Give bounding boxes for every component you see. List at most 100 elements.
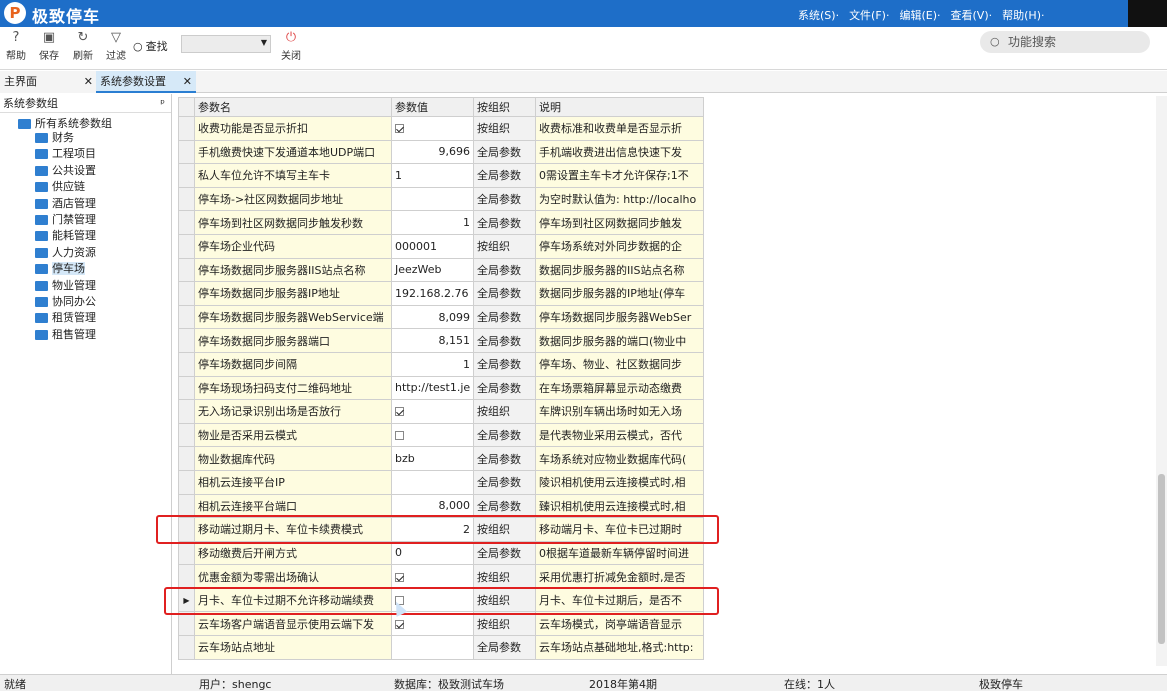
col-header-description[interactable]: 说明 [535, 97, 704, 117]
row-indicator[interactable] [178, 210, 195, 235]
param-scope-cell[interactable]: 全局参数 [473, 281, 536, 306]
row-indicator[interactable] [178, 611, 195, 637]
param-name-cell[interactable]: 停车场数据同步服务器IIS站点名称 [194, 257, 392, 283]
table-row[interactable]: 停车场数据同步服务器端口 8,151 全局参数 数据同步服务器的端口(物业中 [178, 328, 704, 353]
function-search-input[interactable]: ○ 功能搜索 [980, 31, 1150, 53]
param-name-cell[interactable]: 停车场数据同步服务器WebService端 [194, 304, 392, 330]
checkbox[interactable] [395, 619, 404, 629]
tree-item[interactable]: 租售管理 [35, 327, 96, 343]
tree-item[interactable]: 门禁管理 [35, 212, 96, 228]
param-description-cell[interactable]: 在车场票箱屏幕显示动态缴费 [535, 375, 704, 401]
param-description-cell[interactable]: 陵识相机使用云连接模式时,相 [535, 469, 704, 495]
search-combo[interactable]: ▼ [181, 35, 271, 53]
param-scope-cell[interactable]: 全局参数 [473, 257, 536, 283]
param-value-cell[interactable] [391, 469, 474, 495]
row-indicator[interactable] [178, 399, 195, 424]
param-description-cell[interactable]: 数据同步服务器的IP地址(停车 [535, 281, 704, 306]
param-scope-cell[interactable]: 全局参数 [473, 186, 536, 212]
param-description-cell[interactable]: 0根据车道最新车辆停留时间进 [535, 540, 704, 566]
param-value-cell[interactable]: 000001 [391, 233, 474, 259]
param-scope-cell[interactable]: 全局参数 [473, 210, 536, 235]
table-row[interactable]: 物业数据库代码 bzb 全局参数 车场系统对应物业数据库代码( [178, 446, 704, 471]
window-controls[interactable] [1128, 0, 1167, 27]
row-indicator[interactable] [178, 564, 195, 589]
row-indicator[interactable] [178, 469, 195, 495]
menu-help[interactable]: 帮助(H)· [1002, 7, 1044, 23]
table-row[interactable]: 私人车位允许不填写主车卡 1 全局参数 0需设置主车卡才允许保存;1不 [178, 163, 704, 188]
menu-edit[interactable]: 编辑(E)· [899, 7, 940, 23]
table-row[interactable]: 云车场客户端语音显示使用云端下发 按组织 云车场模式，岗亭端语音显示 [178, 611, 704, 637]
param-name-cell[interactable]: 云车场站点地址 [194, 635, 392, 660]
param-value-cell[interactable]: 9,696 [391, 139, 474, 165]
row-indicator[interactable] [178, 139, 195, 165]
tree-item[interactable]: 能耗管理 [35, 228, 96, 244]
param-name-cell[interactable]: 相机云连接平台IP [194, 469, 392, 495]
tree-item[interactable]: 供应链 [35, 179, 85, 195]
row-indicator[interactable] [178, 375, 195, 401]
param-scope-cell[interactable]: 全局参数 [473, 351, 536, 377]
scrollbar-thumb[interactable] [1158, 474, 1165, 644]
param-name-cell[interactable]: 手机缴费快速下发通道本地UDP端口 [194, 139, 392, 165]
help-button[interactable]: ? 帮助 [1, 30, 31, 62]
tree-item[interactable]: 公共设置 [35, 163, 96, 179]
checkbox[interactable] [395, 124, 404, 134]
param-value-cell[interactable]: 1 [391, 351, 474, 377]
checkbox[interactable] [395, 572, 404, 582]
checkbox[interactable] [395, 407, 404, 417]
param-name-cell[interactable]: 停车场企业代码 [194, 233, 392, 259]
param-name-cell[interactable]: 无入场记录识别出场是否放行 [194, 399, 392, 424]
param-name-cell[interactable]: 移动缴费后开闸方式 [194, 540, 392, 566]
close-icon[interactable]: ✕ [84, 71, 93, 93]
table-row[interactable]: 手机缴费快速下发通道本地UDP端口 9,696 全局参数 手机端收费进出信息快速下发 [178, 139, 704, 165]
param-value-cell[interactable]: 192.168.2.76 [391, 281, 474, 306]
save-button[interactable]: ▣ 保存 [34, 30, 64, 62]
param-scope-cell[interactable]: 全局参数 [473, 375, 536, 401]
row-indicator[interactable] [178, 351, 195, 377]
param-description-cell[interactable]: 停车场数据同步服务器WebSer [535, 304, 704, 330]
param-description-cell[interactable]: 数据同步服务器的IIS站点名称 [535, 257, 704, 283]
table-row[interactable]: 停车场数据同步服务器IIS站点名称 JeezWeb 全局参数 数据同步服务器的IIS站… [178, 257, 704, 283]
param-value-cell[interactable]: JeezWeb [391, 257, 474, 283]
param-value-cell[interactable] [391, 186, 474, 212]
param-name-cell[interactable]: 停车场->社区网数据同步地址 [194, 186, 392, 212]
col-header-name[interactable]: 参数名 [194, 97, 392, 117]
checkbox[interactable] [395, 431, 404, 441]
param-value-cell[interactable]: 1 [391, 210, 474, 235]
param-scope-cell[interactable]: 全局参数 [473, 635, 536, 660]
tree-item[interactable]: 停车场 [35, 261, 85, 277]
col-header-value[interactable]: 参数值 [391, 97, 474, 117]
menu-file[interactable]: 文件(F)· [849, 7, 889, 23]
row-indicator[interactable] [178, 635, 195, 660]
row-indicator[interactable] [178, 281, 195, 306]
close-icon[interactable]: ✕ [183, 71, 192, 93]
vertical-scrollbar[interactable] [1156, 96, 1167, 666]
param-description-cell[interactable]: 数据同步服务器的端口(物业中 [535, 328, 704, 353]
param-value-cell[interactable]: 8,099 [391, 304, 474, 330]
tree-item[interactable]: 物业管理 [35, 278, 96, 294]
param-name-cell[interactable]: 云车场客户端语音显示使用云端下发 [194, 611, 392, 637]
param-value-cell[interactable]: 1 [391, 163, 474, 188]
row-indicator[interactable] [178, 233, 195, 259]
row-indicator[interactable] [178, 328, 195, 353]
table-row[interactable]: 停车场数据同步服务器WebService端 8,099 全局参数 停车场数据同步服务器… [178, 304, 704, 330]
param-name-cell[interactable]: 收费功能是否显示折扣 [194, 116, 392, 141]
tree-item[interactable]: 酒店管理 [35, 196, 96, 212]
param-description-cell[interactable]: 停车场、物业、社区数据同步 [535, 351, 704, 377]
table-row[interactable]: 停车场企业代码 000001 按组织 停车场系统对外同步数据的企 [178, 233, 704, 259]
param-description-cell[interactable]: 云车场站点基础地址,格式:http: [535, 635, 704, 660]
param-scope-cell[interactable]: 全局参数 [473, 540, 536, 566]
tab-main[interactable]: 主界面 ✕ [0, 71, 96, 93]
param-scope-cell[interactable]: 按组织 [473, 611, 536, 637]
menu-view[interactable]: 查看(V)· [951, 7, 993, 23]
param-value-cell[interactable]: 0 [391, 540, 474, 566]
param-value-cell[interactable] [391, 116, 474, 141]
table-row[interactable]: 停车场现场扫码支付二维码地址 http://test1.je 全局参数 在车场票箱屏幕… [178, 375, 704, 401]
param-scope-cell[interactable]: 按组织 [473, 399, 536, 424]
table-row[interactable]: 收费功能是否显示折扣 按组织 收费标准和收费单是否显示折 [178, 116, 704, 141]
tree-item[interactable]: 协同办公 [35, 294, 96, 310]
param-description-cell[interactable]: 停车场系统对外同步数据的企 [535, 233, 704, 259]
param-description-cell[interactable]: 云车场模式，岗亭端语音显示 [535, 611, 704, 637]
pin-icon[interactable]: ᵖ [160, 94, 165, 113]
refresh-button[interactable]: ↻ 刷新 [68, 30, 98, 62]
param-description-cell[interactable]: 是代表物业采用云模式，否代 [535, 422, 704, 448]
